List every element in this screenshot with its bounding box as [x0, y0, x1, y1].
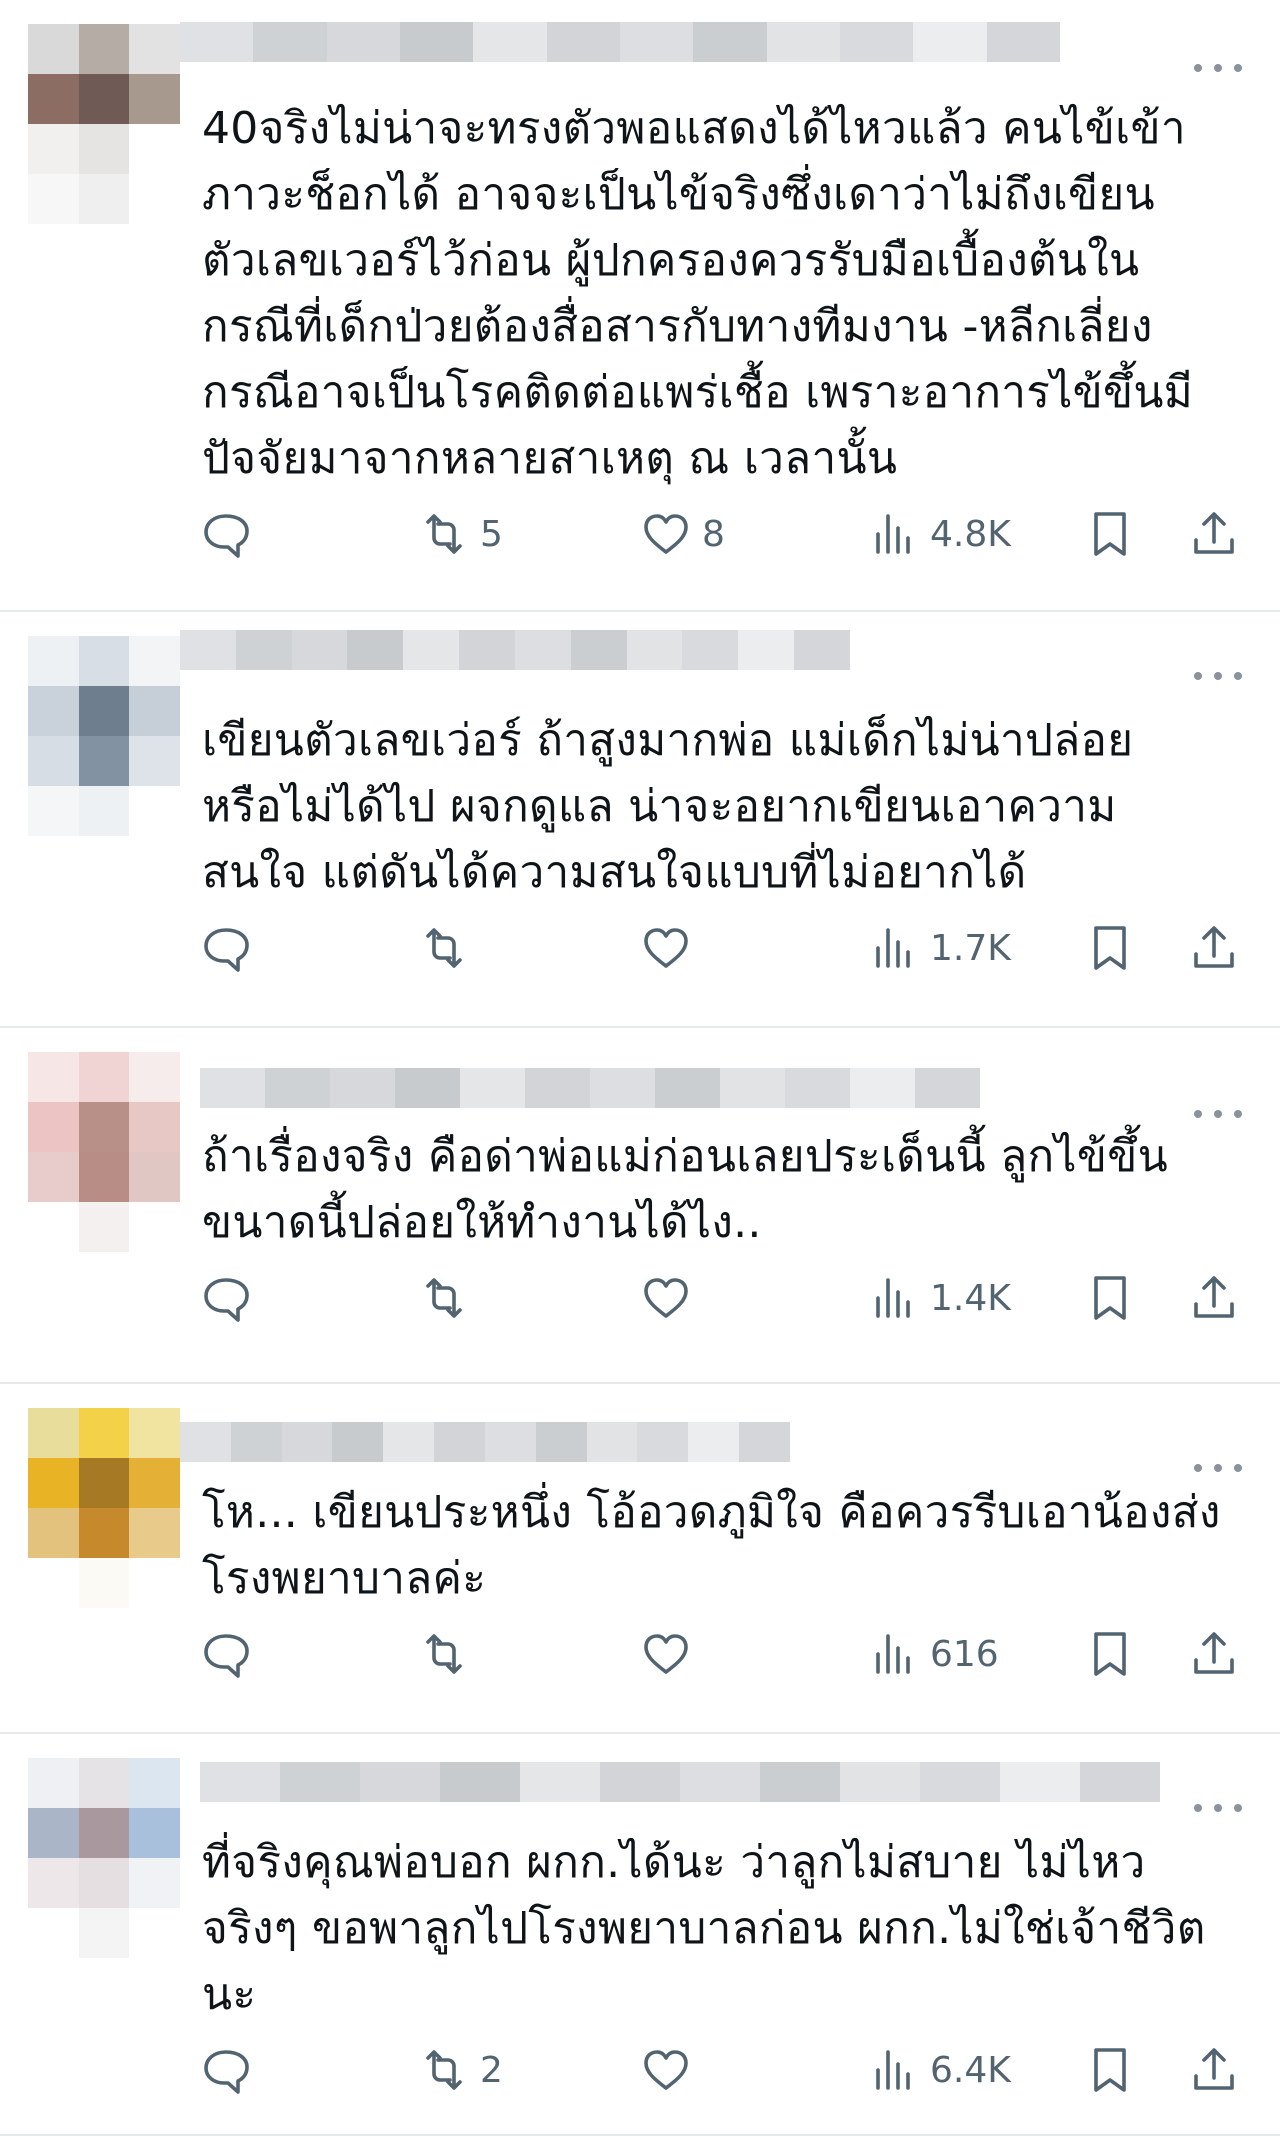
like-icon — [640, 1272, 692, 1324]
avatar[interactable] — [28, 1758, 180, 1958]
reply-item[interactable]: เขียนตัวเลขเว่อร์ ถ้าสูงมากพ่อ แม่เด็กไม… — [0, 612, 1280, 1028]
reply-item[interactable]: 40จริงไม่น่าจะทรงตัวพอแสดงได้ไหวแล้ว คนไ… — [0, 0, 1280, 612]
bookmark-button[interactable] — [1084, 1624, 1136, 1684]
views-button-count: 1.7K — [930, 927, 1011, 969]
reply-icon — [200, 508, 252, 560]
username-blurred[interactable] — [200, 1068, 980, 1108]
more-options-icon[interactable] — [1194, 666, 1242, 686]
rt-icon — [418, 1272, 470, 1324]
reply-item[interactable]: ที่จริงคุณพ่อบอก ผกก.ได้นะ ว่าลูกไม่สบาย… — [0, 1734, 1280, 2136]
reply-icon — [200, 2044, 252, 2096]
reply-text: ที่จริงคุณพ่อบอก ผกก.ได้นะ ว่าลูกไม่สบาย… — [202, 1837, 1206, 2020]
retweet-button[interactable]: 2 — [418, 2040, 503, 2100]
avatar[interactable] — [28, 636, 180, 836]
bookmark-button[interactable] — [1084, 504, 1136, 564]
views-button-count: 4.8K — [930, 513, 1011, 555]
reply-icon — [200, 1272, 252, 1324]
reply-text: ถ้าเรื่องจริง คือด่าพ่อแม่ก่อนเลยประเด็น… — [202, 1131, 1168, 1248]
rt-icon — [418, 2044, 470, 2096]
share-button[interactable] — [1188, 1268, 1240, 1328]
share-button[interactable] — [1188, 918, 1240, 978]
rt-icon — [418, 1628, 470, 1680]
views-button[interactable]: 1.4K — [868, 1268, 1011, 1328]
rt-icon — [418, 922, 470, 974]
more-options-icon[interactable] — [1194, 1104, 1242, 1124]
views-icon — [868, 1628, 920, 1680]
retweet-button-count: 5 — [480, 513, 503, 555]
book-icon — [1084, 508, 1136, 560]
reply-item[interactable]: โห... เขียนประหนึ่ง โอ้อวดภูมิใจ คือควรร… — [0, 1384, 1280, 1734]
like-icon — [640, 922, 692, 974]
views-icon — [868, 508, 920, 560]
views-button-count: 1.4K — [930, 1277, 1011, 1319]
avatar[interactable] — [28, 1052, 180, 1252]
views-icon — [868, 1272, 920, 1324]
retweet-button[interactable] — [418, 918, 480, 978]
reply-text: โห... เขียนประหนึ่ง โอ้อวดภูมิใจ คือควรร… — [202, 1487, 1221, 1604]
bookmark-button[interactable] — [1084, 1268, 1136, 1328]
action-bar: 2 6.4K — [200, 2040, 1260, 2100]
reply-text: เขียนตัวเลขเว่อร์ ถ้าสูงมากพ่อ แม่เด็กไม… — [202, 715, 1134, 898]
bookmark-button[interactable] — [1084, 2040, 1136, 2100]
book-icon — [1084, 922, 1136, 974]
retweet-button[interactable] — [418, 1268, 480, 1328]
share-button[interactable] — [1188, 1624, 1240, 1684]
views-icon — [868, 922, 920, 974]
like-button[interactable] — [640, 1268, 702, 1328]
share-icon — [1188, 1628, 1240, 1680]
avatar[interactable] — [28, 24, 180, 224]
reply-item[interactable]: ถ้าเรื่องจริง คือด่าพ่อแม่ก่อนเลยประเด็น… — [0, 1028, 1280, 1384]
share-icon — [1188, 508, 1240, 560]
like-button[interactable]: 8 — [640, 504, 725, 564]
more-options-icon[interactable] — [1194, 1798, 1242, 1818]
bookmark-button[interactable] — [1084, 918, 1136, 978]
like-icon — [640, 1628, 692, 1680]
more-options-icon[interactable] — [1194, 1458, 1242, 1478]
avatar[interactable] — [28, 1408, 180, 1608]
reply-button[interactable] — [200, 2040, 252, 2100]
reply-icon — [200, 1628, 252, 1680]
book-icon — [1084, 2044, 1136, 2096]
views-button-count: 616 — [930, 1633, 999, 1675]
views-icon — [868, 2044, 920, 2096]
username-blurred[interactable] — [200, 1762, 1160, 1802]
views-button-count: 6.4K — [930, 2049, 1011, 2091]
like-button[interactable] — [640, 918, 702, 978]
views-button[interactable]: 616 — [868, 1624, 999, 1684]
views-button[interactable]: 4.8K — [868, 504, 1011, 564]
username-blurred[interactable] — [180, 630, 850, 670]
views-button[interactable]: 1.7K — [868, 918, 1011, 978]
more-options-icon[interactable] — [1194, 58, 1242, 78]
book-icon — [1084, 1628, 1136, 1680]
reply-button[interactable] — [200, 918, 252, 978]
share-icon — [1188, 1272, 1240, 1324]
views-button[interactable]: 6.4K — [868, 2040, 1011, 2100]
share-icon — [1188, 2044, 1240, 2096]
action-bar: 5 8 4.8K — [200, 504, 1260, 564]
retweet-button[interactable] — [418, 1624, 480, 1684]
like-icon — [640, 508, 692, 560]
like-icon — [640, 2044, 692, 2096]
book-icon — [1084, 1272, 1136, 1324]
action-bar: 616 — [200, 1624, 1260, 1684]
reply-text: 40จริงไม่น่าจะทรงตัวพอแสดงได้ไหวแล้ว คนไ… — [202, 103, 1194, 484]
share-button[interactable] — [1188, 2040, 1240, 2100]
reply-button[interactable] — [200, 1268, 252, 1328]
like-button-count: 8 — [702, 513, 725, 555]
reply-button[interactable] — [200, 1624, 252, 1684]
username-blurred[interactable] — [180, 1422, 790, 1462]
reply-button[interactable] — [200, 504, 252, 564]
action-bar: 1.4K — [200, 1268, 1260, 1328]
username-blurred[interactable] — [180, 22, 1060, 62]
share-icon — [1188, 922, 1240, 974]
reply-icon — [200, 922, 252, 974]
like-button[interactable] — [640, 1624, 702, 1684]
share-button[interactable] — [1188, 504, 1240, 564]
like-button[interactable] — [640, 2040, 702, 2100]
retweet-button[interactable]: 5 — [418, 504, 503, 564]
action-bar: 1.7K — [200, 918, 1260, 978]
rt-icon — [418, 508, 470, 560]
retweet-button-count: 2 — [480, 2049, 503, 2091]
